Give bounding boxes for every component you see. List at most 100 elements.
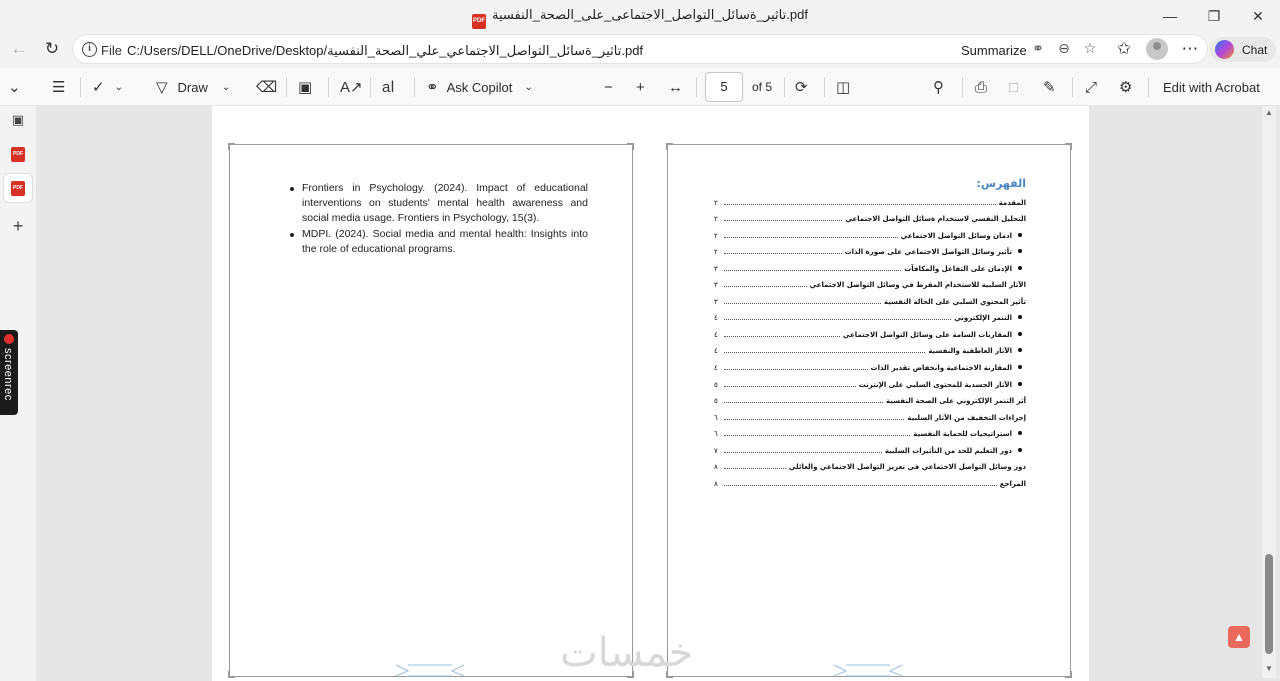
- ask-copilot-button[interactable]: ⚭ Ask Copilot ⌄: [426, 75, 533, 99]
- edit-with-acrobat-button[interactable]: Edit with Acrobat: [1163, 75, 1260, 99]
- toc-entry-title: التنمر الإلكتروني: [954, 314, 1012, 323]
- page-ornament: [833, 664, 903, 677]
- pdf-page-right: الفهرس: المقدمة ٢ التحليل النفسي لاستخدام …: [666, 143, 1072, 678]
- draw-pen-icon: ▽: [156, 79, 168, 96]
- toc-entry-title: أثر التنمر الإلكتروني على الصحة النفسية: [885, 397, 1026, 406]
- toc-entry-title: استراتيجيات للحماية النفسية: [913, 430, 1012, 439]
- toc-entry-page: ٧: [714, 446, 718, 455]
- page-view-icon[interactable]: ◫: [836, 75, 850, 99]
- eraser-icon[interactable]: ⌫: [256, 75, 277, 99]
- zoom-out-button[interactable]: −: [604, 75, 613, 99]
- toc-entry: المراجع ٨: [714, 471, 1026, 488]
- toc-entry-page: ٨: [714, 479, 718, 488]
- pdf-page-left: Frontiers in Psychology. (2024). Impact …: [228, 143, 634, 678]
- toc-entry-page: ٥: [714, 380, 718, 389]
- back-icon[interactable]: ←: [5, 35, 33, 63]
- save-as-icon[interactable]: ✎: [1043, 75, 1056, 99]
- toc-entry-page: ٤: [714, 330, 718, 339]
- favorites-icon[interactable]: ✩: [1110, 35, 1138, 63]
- page-number-input[interactable]: 5: [705, 72, 743, 102]
- toc-entry: الآثار الجسدية للمحتوى السلبي على الإنتر…: [714, 372, 1026, 389]
- read-aloud-icon[interactable]: A↗: [340, 75, 363, 99]
- settings-gear-icon[interactable]: ⚙: [1119, 75, 1132, 99]
- minimize-button[interactable]: —: [1148, 0, 1192, 32]
- toc-entry-page: ٣: [714, 297, 718, 306]
- favorite-star-icon[interactable]: ☆: [1080, 40, 1100, 60]
- scroll-down-arrow-icon[interactable]: ▼: [1264, 664, 1274, 674]
- toc-entry-page: ٨: [714, 463, 718, 472]
- url-text[interactable]: C:/Users/DELL/OneDrive/Desktop/تاثير_ةسا…: [127, 43, 643, 59]
- toc-entry-title: الآثار الجسدية للمحتوى السلبي على الإنتر…: [858, 380, 1012, 389]
- navigation-bar: ← ↻ i File C:/Users/DELL/OneDrive/Deskto…: [0, 32, 1280, 66]
- vertical-scrollbar[interactable]: ▲ ▼: [1262, 106, 1276, 678]
- window-title-text: تاثير_ةسائل_التواصل_الاجتماعى_على_الصحة_…: [492, 7, 808, 22]
- toc-entry-title: ادمان وسائل التواصل الاجتماعي: [900, 231, 1012, 240]
- scrollbar-thumb[interactable]: [1265, 554, 1273, 654]
- save-icon[interactable]: □: [1009, 75, 1018, 99]
- collapse-chevron-icon[interactable]: ⌄: [8, 75, 21, 99]
- toc-entry: إجراءات التخفيف من الآثار السلبية ٦: [714, 405, 1026, 422]
- zoom-in-button[interactable]: +: [636, 75, 645, 99]
- summarize-button[interactable]: Summarize: [961, 43, 1027, 58]
- zoom-out-icon[interactable]: ⊖: [1054, 40, 1074, 60]
- tab-pdf-2-active[interactable]: PDF: [4, 174, 32, 202]
- toc-entry-page: ٢: [714, 231, 718, 240]
- contents-list-icon[interactable]: ☰: [52, 75, 65, 99]
- maximize-button[interactable]: ❐: [1192, 0, 1236, 32]
- toc-leader-dots: [724, 468, 786, 470]
- toc-entry: الإدمان على التفاعل والمكافآت ٣: [714, 256, 1026, 273]
- translate-icon[interactable]: aا: [382, 75, 395, 99]
- fit-width-icon[interactable]: ↔: [668, 75, 683, 99]
- toc-entry: المقارنة الاجتماعية وانخفاض تقدير الذات ٤: [714, 355, 1026, 372]
- refresh-icon[interactable]: ↻: [38, 35, 66, 63]
- text-box-icon[interactable]: ▣: [298, 75, 312, 99]
- info-icon[interactable]: i: [82, 42, 97, 57]
- highlight-icon[interactable]: ✓ ⌄: [92, 75, 123, 99]
- toc-entry-title: تأثير وسائل التواصل الاجتماعي على صورة ا…: [844, 248, 1012, 257]
- fullscreen-icon[interactable]: ⤢: [1085, 75, 1097, 99]
- toc-entry: دور التعليم للحد من التأثيرات السلبية ٧: [714, 438, 1026, 455]
- more-menu-icon[interactable]: ⋯: [1176, 35, 1204, 63]
- toc-leader-dots: [724, 352, 926, 354]
- new-tab-icon[interactable]: +: [4, 212, 32, 240]
- copilot-chat-button[interactable]: Chat: [1210, 37, 1276, 62]
- print-icon[interactable]: ⎙: [975, 75, 987, 99]
- toc-entry-title: الآثار السلبية للاستخدام المفرط في وسائل…: [809, 281, 1026, 290]
- search-icon[interactable]: ⚲: [933, 75, 944, 99]
- watermark-text: خمسات: [560, 630, 694, 676]
- tab-actions-icon[interactable]: ▣: [4, 106, 32, 134]
- toc-leader-dots: [724, 269, 902, 271]
- toc-entry-title: المقارنات السامة على وسائل التواصل الاجت…: [842, 330, 1012, 339]
- pdf-file-icon: PDF: [472, 14, 487, 29]
- reference-item: MDPI. (2024). Social media and mental he…: [290, 228, 588, 255]
- toc-entry-page: ٣: [714, 281, 718, 290]
- scroll-up-arrow-icon[interactable]: ▲: [1264, 108, 1274, 118]
- acrobat-icon[interactable]: ▲: [1228, 626, 1250, 648]
- toc-title: الفهرس:: [976, 177, 1027, 190]
- address-bar[interactable]: i File C:/Users/DELL/OneDrive/Desktop/تا…: [72, 34, 1208, 64]
- toc-leader-dots: [724, 402, 883, 404]
- toc-entry-page: ٦: [714, 413, 718, 422]
- toc-entry: المقارنات السامة على وسائل التواصل الاجت…: [714, 322, 1026, 339]
- toc-entry-page: ٤: [714, 314, 718, 323]
- window-title: PDF تاثير_ةسائل_التواصل_الاجتماعى_على_الص…: [0, 7, 1280, 29]
- references-list: Frontiers in Psychology. (2024). Impact …: [290, 181, 588, 258]
- copilot-summarize-icon[interactable]: ⚭: [1028, 40, 1048, 60]
- toc-entry-title: دور وسائل التواصل الاجتماعي في تعزيز الت…: [788, 463, 1026, 472]
- screenrec-widget[interactable]: screenrec: [0, 330, 18, 415]
- profile-avatar[interactable]: [1146, 38, 1168, 60]
- toc-entry: ادمان وسائل التواصل الاجتماعي ٢: [714, 223, 1026, 240]
- toc-leader-dots: [724, 385, 856, 387]
- tab-pdf-1[interactable]: PDF: [4, 140, 32, 168]
- page-count: of 5: [752, 80, 773, 94]
- close-button[interactable]: ✕: [1236, 0, 1280, 32]
- toc-entry-title: التحليل النفسي لاستخدام ةسائل التواصل ال…: [845, 215, 1026, 224]
- draw-button[interactable]: ▽ Draw ⌄: [156, 75, 230, 99]
- toc-entry-page: ٢: [714, 198, 718, 207]
- pdf-viewer[interactable]: Frontiers in Psychology. (2024). Impact …: [36, 106, 1280, 681]
- rotate-icon[interactable]: ⟳: [795, 75, 808, 99]
- toc-entry: التحليل النفسي لاستخدام ةسائل التواصل ال…: [714, 207, 1026, 224]
- ask-copilot-label: Ask Copilot: [446, 79, 513, 95]
- toc-entry-title: تأثير المحتوي السلبي على الحالة النفسية: [883, 297, 1026, 306]
- toc-entry-title: إجراءات التخفيف من الآثار السلبية: [907, 413, 1026, 422]
